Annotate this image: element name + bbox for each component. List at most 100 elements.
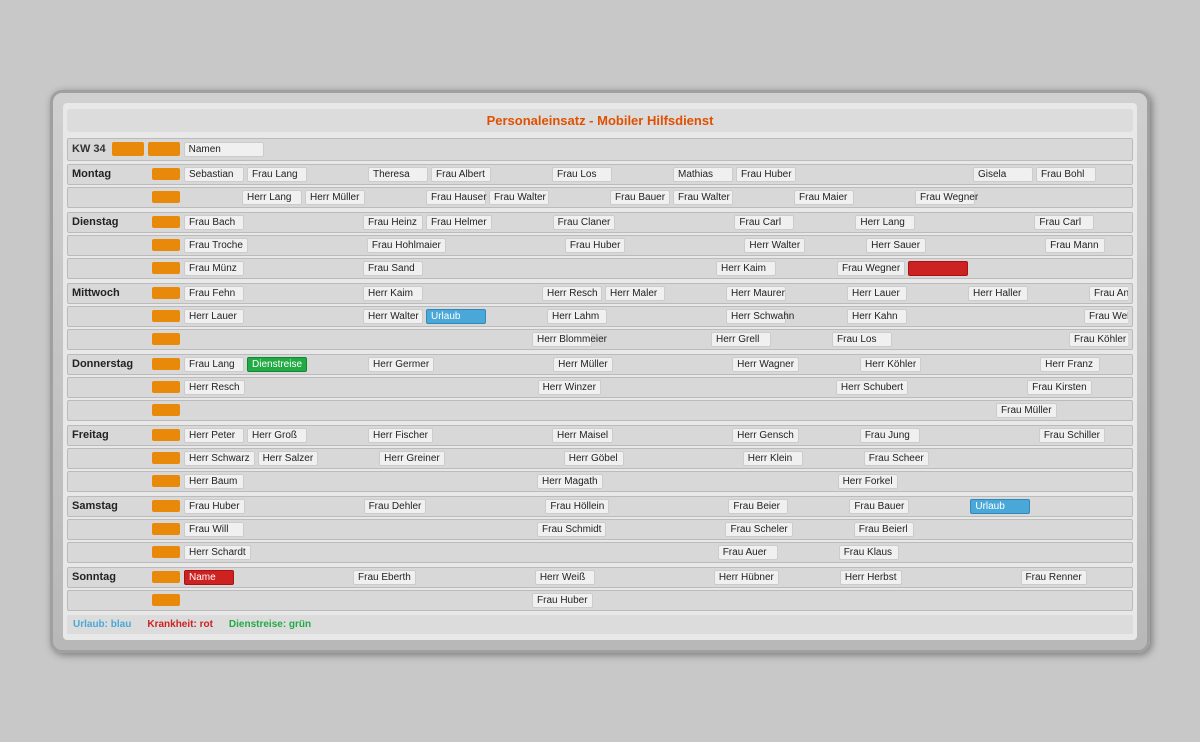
orange-indicator-6-1 bbox=[152, 594, 180, 606]
name-slot-3-0-0: Frau Lang bbox=[184, 357, 244, 372]
day-label-sonntag: Sonntag bbox=[72, 571, 152, 583]
empty-slot-1-1-5 bbox=[507, 238, 562, 253]
empty-slot-5-0-10 bbox=[791, 499, 846, 514]
empty-slot-3-1-5 bbox=[480, 380, 535, 395]
empty-slot-4-0-13 bbox=[981, 428, 1036, 443]
empty-slot-4-2-9 bbox=[722, 474, 777, 489]
row-cells-6-1: Frau Huber bbox=[184, 593, 1128, 608]
row-cells-2-0: Frau Fehn Herr Kaim Herr ReschHerr Maler… bbox=[184, 286, 1128, 301]
empty-slot-3-2-1 bbox=[242, 403, 297, 418]
row-cells-3-0: Frau LangDienstreise Herr Germer Herr Mü… bbox=[184, 357, 1128, 372]
day-row-dienstag-0: DienstagFrau Bach Frau HeinzFrau Helmer … bbox=[67, 212, 1133, 233]
name-slot-0-0-4: Frau Albert bbox=[431, 167, 491, 182]
empty-slot-4-1-10 bbox=[806, 451, 861, 466]
empty-slot-2-2-5 bbox=[474, 332, 529, 347]
empty-slot-6-1-5 bbox=[474, 593, 529, 608]
empty-slot-5-0-14 bbox=[1033, 499, 1088, 514]
name-slot-1-0-3: Frau Heinz bbox=[363, 215, 423, 230]
name-slot-6-1-6: Frau Huber bbox=[532, 593, 593, 608]
empty-slot-4-2-14 bbox=[1017, 474, 1072, 489]
empty-slot-2-2-7 bbox=[595, 332, 650, 347]
name-slot-4-0-6: Herr Maisel bbox=[552, 428, 613, 443]
name-slot-2-1-3: Herr Walter bbox=[363, 309, 423, 324]
day-row-mittwoch-2: Herr Blommeier Herr Grell Frau Los Frau … bbox=[67, 329, 1133, 350]
empty-slot-4-2-5 bbox=[479, 474, 534, 489]
empty-slot-3-0-4 bbox=[437, 357, 492, 372]
legend-krankheit: Krankheit: rot bbox=[147, 619, 213, 630]
header-row: KW 34 Namen bbox=[67, 138, 1133, 161]
empty-slot-3-1-8 bbox=[662, 380, 717, 395]
orange-indicator-1-0 bbox=[152, 216, 180, 228]
days-container: MontagSebastianFrau Lang TheresaFrau Alb… bbox=[67, 164, 1133, 611]
empty-slot-1-1-7 bbox=[628, 238, 683, 253]
empty-slot-3-0-10 bbox=[802, 357, 857, 372]
day-row-donnerstag-2: Frau Müller bbox=[67, 400, 1133, 421]
name-slot-4-0-9: Herr Gensch bbox=[732, 428, 799, 443]
empty-slot-3-2-12 bbox=[880, 403, 935, 418]
empty-slot-0-0-15 bbox=[1099, 167, 1128, 182]
empty-slot-5-0-8 bbox=[670, 499, 725, 514]
name-slot-5-0-6: Frau Höllein bbox=[545, 499, 609, 514]
empty-slot-2-0-1 bbox=[247, 286, 302, 301]
day-row-donnerstag-1: Herr Resch Herr Winzer Herr Schubert Fra… bbox=[67, 377, 1133, 398]
orange-indicator-2-2 bbox=[152, 333, 180, 345]
namen-label: Namen bbox=[184, 142, 264, 157]
name-slot-2-2-9: Herr Grell bbox=[711, 332, 771, 347]
row-cells-3-1: Herr Resch Herr Winzer Herr Schubert Fra… bbox=[184, 380, 1128, 395]
empty-slot-4-2-12 bbox=[901, 474, 956, 489]
empty-slot-4-1-14 bbox=[1048, 451, 1103, 466]
empty-slot-4-0-5 bbox=[494, 428, 549, 443]
empty-slot-1-0-8 bbox=[676, 215, 731, 230]
name-slot-3-0-3: Herr Germer bbox=[368, 357, 434, 372]
name-slot-5-1-0: Frau Will bbox=[184, 522, 244, 537]
day-label-freitag: Freitag bbox=[72, 429, 152, 441]
krankheit-slot-6-0-0: Name bbox=[184, 570, 234, 585]
empty-slot-2-0-8 bbox=[668, 286, 723, 301]
name-slot-3-0-11: Herr Köhler bbox=[860, 357, 921, 372]
name-slot-5-0-3: Frau Dehler bbox=[364, 499, 427, 514]
empty-slot-5-0-7 bbox=[612, 499, 667, 514]
name-slot-2-1-6: Herr Lahm bbox=[547, 309, 607, 324]
name-slot-1-2-9: Herr Kaim bbox=[716, 261, 776, 276]
empty-slot-6-0-5 bbox=[477, 570, 532, 585]
name-slot-6-0-11: Herr Herbst bbox=[840, 570, 902, 585]
day-section-samstag: SamstagFrau Huber Frau Dehler Frau Hölle… bbox=[67, 496, 1133, 563]
name-slot-0-1-8: Frau Walter bbox=[673, 190, 733, 205]
empty-slot-4-0-8 bbox=[674, 428, 729, 443]
day-section-sonntag: SonntagName Frau Eberth Herr Weiß Herr H… bbox=[67, 567, 1133, 611]
empty-slot-2-1-1 bbox=[247, 309, 302, 324]
empty-slot-0-0-7 bbox=[615, 167, 670, 182]
name-slot-2-0-11: Herr Lauer bbox=[847, 286, 907, 301]
row-cells-1-2: Frau Münz Frau Sand Herr Kaim Frau Wegne… bbox=[184, 261, 1128, 276]
empty-slot-3-1-7 bbox=[604, 380, 659, 395]
day-label-samstag: Samstag bbox=[72, 500, 152, 512]
empty-slot-1-1-10 bbox=[808, 238, 863, 253]
empty-slot-6-1-10 bbox=[770, 593, 825, 608]
name-slot-5-1-6: Frau Schmidt bbox=[537, 522, 606, 537]
empty-slot-3-0-2 bbox=[310, 357, 365, 372]
empty-slot-4-0-7 bbox=[616, 428, 671, 443]
legend-row: Urlaub: blau Krankheit: rot Dienstreise:… bbox=[67, 615, 1133, 634]
empty-slot-6-0-8 bbox=[656, 570, 711, 585]
day-row-samstag-1: Frau Will Frau Schmidt Frau Scheler Frau… bbox=[67, 519, 1133, 540]
empty-slot-5-0-1 bbox=[248, 499, 303, 514]
empty-slot-1-1-2 bbox=[309, 238, 364, 253]
row-cells-4-0: Herr PeterHerr Groß Herr Fischer Herr Ma… bbox=[184, 428, 1128, 443]
name-slot-1-0-6: Frau Claner bbox=[553, 215, 616, 230]
name-slot-1-1-11: Herr Sauer bbox=[866, 238, 926, 253]
empty-slot-4-0-4 bbox=[436, 428, 491, 443]
empty-slot-3-2-9 bbox=[706, 403, 761, 418]
empty-slot-5-2-14 bbox=[1018, 545, 1073, 560]
empty-slot-5-1-1 bbox=[247, 522, 302, 537]
orange-indicator-3-2 bbox=[152, 404, 180, 416]
name-slot-1-2-11: Frau Wegner bbox=[837, 261, 905, 276]
name-slot-0-1-10: Frau Maier bbox=[794, 190, 854, 205]
orange-indicator-4-2 bbox=[152, 475, 180, 487]
empty-slot-6-1-9 bbox=[712, 593, 767, 608]
name-slot-0-1-4: Frau Hauser bbox=[426, 190, 486, 205]
empty-slot-1-1-13 bbox=[987, 238, 1042, 253]
empty-slot-3-1-10 bbox=[778, 380, 833, 395]
name-slot-4-1-1: Herr Salzer bbox=[258, 451, 319, 466]
name-slot-0-1-12: Frau Wegner bbox=[915, 190, 975, 205]
empty-slot-5-2-8 bbox=[660, 545, 715, 560]
